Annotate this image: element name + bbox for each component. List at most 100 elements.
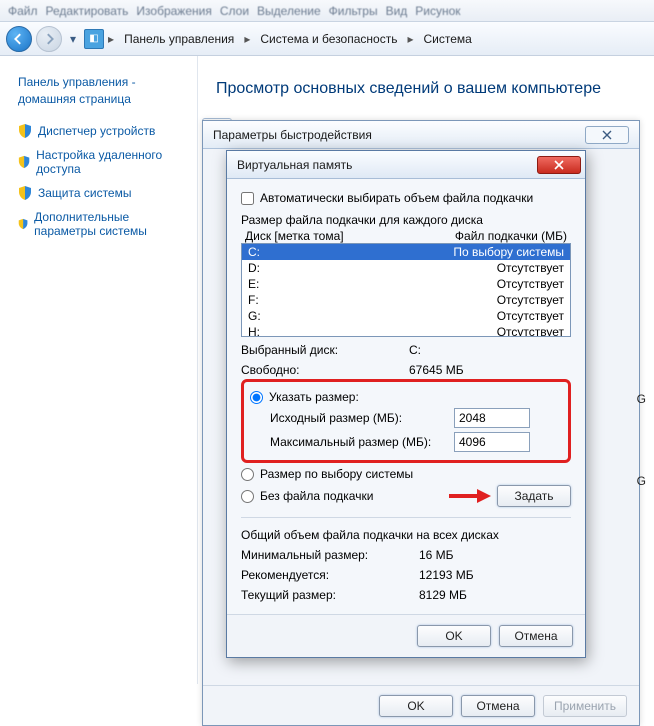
custom-size-radio[interactable] bbox=[250, 391, 263, 404]
history-dropdown-icon[interactable]: ▾ bbox=[66, 32, 80, 46]
menu-item[interactable]: Выделение bbox=[257, 4, 321, 18]
arrow-left-icon bbox=[13, 33, 25, 45]
disk-col-drive: Диск [метка тома] bbox=[245, 229, 344, 243]
back-button[interactable] bbox=[6, 26, 32, 52]
free-space-value: 67645 МБ bbox=[409, 363, 464, 377]
virtual-memory-dialog: Виртуальная память Автоматически выбират… bbox=[226, 150, 586, 658]
no-paging-radio[interactable] bbox=[241, 490, 254, 503]
separator bbox=[241, 517, 571, 518]
page-title: Просмотр основных сведений о вашем компь… bbox=[216, 80, 638, 98]
breadcrumb-sep-icon: ▸ bbox=[244, 32, 250, 46]
highlight-box: Указать размер: Исходный размер (МБ): Ма… bbox=[241, 379, 571, 463]
auto-manage-label: Автоматически выбирать объем файла подка… bbox=[260, 191, 533, 205]
menu-item[interactable]: Изображения bbox=[136, 4, 211, 18]
min-size-value: 16 МБ bbox=[419, 548, 454, 562]
breadcrumb-item[interactable]: Система и безопасность bbox=[254, 30, 403, 48]
shield-icon bbox=[18, 155, 30, 169]
selected-drive-value: C: bbox=[409, 343, 421, 357]
control-panel-icon: ◧ bbox=[84, 29, 104, 49]
disk-row[interactable]: D: Отсутствует bbox=[242, 260, 570, 276]
red-arrow-icon bbox=[449, 488, 491, 504]
sidebar-link-remote[interactable]: Настройка удаленного доступа bbox=[36, 148, 187, 176]
breadcrumb-item[interactable]: Панель управления bbox=[118, 30, 240, 48]
system-managed-radio-row[interactable]: Размер по выбору системы bbox=[241, 467, 571, 481]
arrow-right-icon bbox=[43, 33, 55, 45]
shield-icon bbox=[18, 124, 32, 138]
free-space-label: Свободно: bbox=[241, 363, 401, 377]
disk-value: Отсутствует bbox=[497, 261, 564, 275]
explorer-navbar: ▾ ◧ ▸ Панель управления ▸ Система и безо… bbox=[0, 22, 654, 56]
auto-manage-checkbox[interactable] bbox=[241, 192, 254, 205]
disk-row[interactable]: G: Отсутствует bbox=[242, 308, 570, 324]
disk-col-paging: Файл подкачки (МБ) bbox=[455, 229, 567, 243]
disk-list-label: Размер файла подкачки для каждого диска bbox=[241, 213, 571, 227]
shield-icon bbox=[18, 186, 32, 200]
disk-letter: E: bbox=[248, 277, 259, 291]
perf-cancel-button[interactable]: Отмена bbox=[461, 695, 535, 717]
menu-item[interactable]: Файл bbox=[8, 4, 38, 18]
initial-size-input[interactable] bbox=[454, 408, 530, 428]
max-size-input[interactable] bbox=[454, 432, 530, 452]
sidebar-link-protection[interactable]: Защита системы bbox=[38, 186, 131, 200]
custom-size-radio-row[interactable]: Указать размер: bbox=[250, 390, 562, 404]
sidebar-home-link[interactable]: Панель управления - домашняя страница bbox=[18, 74, 187, 108]
selected-drive-label: Выбранный диск: bbox=[241, 343, 401, 357]
disk-value: Отсутствует bbox=[497, 325, 564, 337]
disk-letter: D: bbox=[248, 261, 260, 275]
disk-value: По выбору системы bbox=[453, 245, 564, 259]
app-menubar: Файл Редактировать Изображения Слои Выде… bbox=[0, 0, 654, 22]
custom-size-label: Указать размер: bbox=[269, 390, 359, 404]
menu-item[interactable]: Фильтры bbox=[329, 4, 378, 18]
disk-value: Отсутствует bbox=[497, 293, 564, 307]
auto-manage-checkbox-row[interactable]: Автоматически выбирать объем файла подка… bbox=[241, 191, 571, 205]
current-size-value: 8129 МБ bbox=[419, 588, 467, 602]
disk-row[interactable]: E: Отсутствует bbox=[242, 276, 570, 292]
disk-row[interactable]: H: Отсутствует bbox=[242, 324, 570, 337]
vm-ok-button[interactable]: OK bbox=[417, 625, 491, 647]
perf-window-title: Параметры быстродействия bbox=[213, 128, 372, 142]
menu-item[interactable]: Слои bbox=[220, 4, 249, 18]
perf-ok-button[interactable]: OK bbox=[379, 695, 453, 717]
menu-item[interactable]: Рисунок bbox=[415, 4, 460, 18]
current-size-label: Текущий размер: bbox=[241, 588, 411, 602]
disk-row[interactable]: F:Отсутствует bbox=[242, 292, 570, 308]
initial-size-label: Исходный размер (МБ): bbox=[270, 411, 446, 425]
menu-item[interactable]: Редактировать bbox=[46, 4, 129, 18]
total-header: Общий объем файла подкачки на всех диска… bbox=[241, 528, 571, 542]
min-size-label: Минимальный размер: bbox=[241, 548, 411, 562]
vm-cancel-button[interactable]: Отмена bbox=[499, 625, 573, 647]
disk-value: Отсутствует bbox=[497, 277, 564, 291]
disk-letter: C: bbox=[248, 245, 260, 259]
system-managed-label: Размер по выбору системы bbox=[260, 467, 413, 481]
vm-close-button[interactable] bbox=[537, 156, 581, 174]
sidebar-link-device-manager[interactable]: Диспетчер устройств bbox=[38, 124, 155, 138]
shield-icon bbox=[18, 217, 28, 231]
no-paging-radio-row[interactable]: Без файла подкачки bbox=[241, 489, 373, 503]
breadcrumb-item[interactable]: Система bbox=[417, 30, 477, 48]
perf-close-button[interactable] bbox=[585, 126, 629, 144]
disk-value: Отсутствует bbox=[497, 309, 564, 323]
set-button[interactable]: Задать bbox=[497, 485, 571, 507]
breadcrumb-sep-icon: ▸ bbox=[108, 32, 114, 46]
recommended-label: Рекомендуется: bbox=[241, 568, 411, 582]
breadcrumb-sep-icon: ▸ bbox=[407, 32, 413, 46]
menu-item[interactable]: Вид bbox=[386, 4, 408, 18]
close-x-icon bbox=[601, 130, 613, 140]
max-size-label: Максимальный размер (МБ): bbox=[270, 435, 446, 449]
bg-text: G bbox=[637, 474, 646, 488]
recommended-value: 12193 МБ bbox=[419, 568, 474, 582]
content-area: Просмотр основных сведений о вашем компь… bbox=[198, 56, 654, 684]
disk-row[interactable]: C: По выбору системы bbox=[242, 244, 570, 260]
system-managed-radio[interactable] bbox=[241, 468, 254, 481]
close-x-icon bbox=[553, 160, 565, 170]
vm-window-title: Виртуальная память bbox=[237, 158, 352, 172]
sidebar-link-advanced[interactable]: Дополнительные параметры системы bbox=[34, 210, 187, 238]
perf-apply-button: Применить bbox=[543, 695, 627, 717]
disk-letter: G: bbox=[248, 309, 261, 323]
sidebar: Панель управления - домашняя страница Ди… bbox=[0, 56, 198, 684]
no-paging-label: Без файла подкачки bbox=[260, 489, 373, 503]
disk-letter: H: bbox=[248, 325, 260, 337]
disk-list[interactable]: C: По выбору системы D: Отсутствует E: Отсу… bbox=[241, 243, 571, 337]
forward-button[interactable] bbox=[36, 26, 62, 52]
bg-text: G bbox=[637, 392, 646, 406]
